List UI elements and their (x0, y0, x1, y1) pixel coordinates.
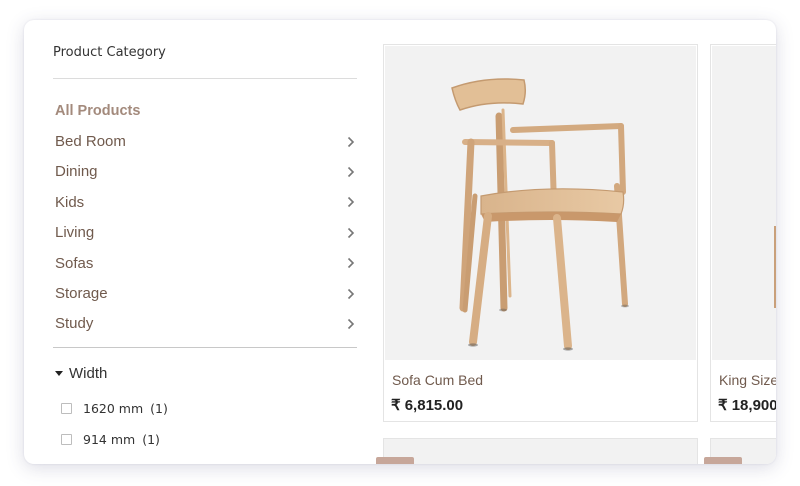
category-label: Living (55, 224, 95, 242)
width-option-1620[interactable]: 1620 mm (1) (61, 401, 168, 416)
width-option-914[interactable]: 914 mm (1) (61, 432, 160, 447)
sale-tag (704, 457, 742, 464)
width-filter-label: Width (69, 365, 108, 382)
category-list: All Products Bed Room Dining Kids Living… (55, 96, 357, 339)
category-sofas[interactable]: Sofas (55, 248, 357, 278)
category-label: Sofas (55, 254, 94, 272)
category-heading: Product Category (53, 45, 166, 60)
category-label: Study (55, 315, 94, 333)
category-label: Bed Room (55, 133, 126, 151)
chevron-right-icon[interactable] (347, 135, 355, 149)
category-living[interactable]: Living (55, 218, 357, 248)
category-kids[interactable]: Kids (55, 187, 357, 217)
category-all-products[interactable]: All Products (55, 96, 357, 126)
option-value: 1620 mm (83, 401, 144, 416)
checkbox[interactable] (61, 403, 72, 414)
divider (53, 78, 357, 79)
product-name[interactable]: King Size (719, 372, 776, 388)
product-image-wooden-bed[interactable] (712, 46, 776, 360)
option-value: 914 mm (83, 432, 136, 447)
filter-sidebar: Product Category All Products Bed Room D… (53, 20, 357, 464)
option-count: (1) (142, 432, 160, 447)
category-study[interactable]: Study (55, 309, 357, 339)
product-price: ₹ 18,900 (718, 397, 776, 414)
category-label: All Products (55, 103, 141, 120)
width-filter-toggle[interactable]: Width (55, 365, 107, 382)
divider (53, 347, 357, 348)
sale-tag (376, 457, 414, 464)
category-storage[interactable]: Storage (55, 278, 357, 308)
product-card[interactable]: Sofa Cum Bed ₹ 6,815.00 (383, 44, 698, 422)
category-label: Dining (55, 163, 98, 181)
product-price: ₹ 6,815.00 (391, 397, 464, 414)
category-dining[interactable]: Dining (55, 157, 357, 187)
category-bed-room[interactable]: Bed Room (55, 126, 357, 156)
product-card[interactable]: King Size ₹ 18,900 (710, 44, 776, 422)
chevron-right-icon[interactable] (347, 165, 355, 179)
category-label: Kids (55, 193, 85, 211)
category-label: Storage (55, 285, 108, 303)
product-image-wooden-chair[interactable] (385, 46, 696, 360)
checkbox[interactable] (61, 434, 72, 445)
chevron-right-icon[interactable] (347, 287, 355, 301)
shop-window: Product Category All Products Bed Room D… (24, 20, 776, 464)
caret-down-icon (55, 371, 63, 376)
chevron-right-icon[interactable] (347, 317, 355, 331)
option-count: (1) (150, 401, 168, 416)
product-card[interactable] (383, 438, 698, 464)
product-name[interactable]: Sofa Cum Bed (392, 372, 483, 388)
chevron-right-icon[interactable] (347, 226, 355, 240)
chevron-right-icon[interactable] (347, 256, 355, 270)
chevron-right-icon[interactable] (347, 195, 355, 209)
